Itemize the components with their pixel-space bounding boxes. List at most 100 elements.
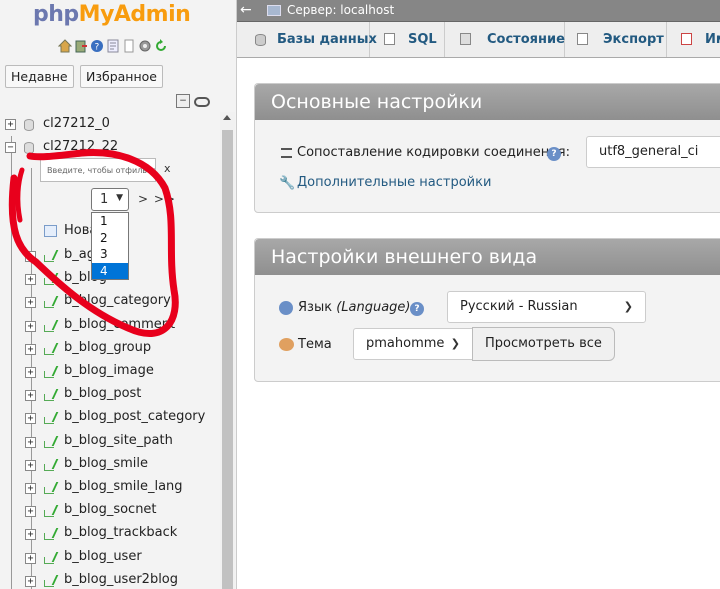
tab-databases[interactable]: Базы данных (247, 22, 377, 57)
table-item[interactable]: b_blog_trackback (64, 525, 177, 540)
expand-icon[interactable]: + (25, 576, 36, 587)
expand-icon[interactable]: + (25, 529, 36, 540)
collapse-icon[interactable]: − (5, 142, 16, 153)
page-option[interactable]: 3 (92, 246, 128, 263)
expand-icon[interactable]: + (25, 297, 36, 308)
more-settings-link[interactable]: Дополнительные настройки (297, 175, 491, 190)
table-icon (43, 505, 59, 517)
table-filter-input[interactable]: Введите, чтобы отфильтровать (40, 158, 156, 182)
recent-tables-button[interactable]: Недавне (5, 65, 74, 88)
help-icon[interactable]: ? (90, 39, 104, 53)
tab-sql[interactable]: SQL (370, 22, 445, 57)
page-icon[interactable] (122, 39, 136, 53)
help-icon[interactable]: ? (410, 302, 424, 316)
table-icon (43, 436, 59, 448)
table-item[interactable]: b_blog_site_path (64, 433, 173, 448)
tab-label: SQL (408, 32, 437, 47)
tree-controls: − (176, 94, 210, 108)
expand-icon[interactable]: + (25, 460, 36, 471)
expand-icon[interactable]: + (25, 506, 36, 517)
expand-icon[interactable]: + (25, 367, 36, 378)
tab-label: Экспорт (603, 32, 664, 47)
expand-icon[interactable]: + (25, 251, 36, 262)
expand-icon[interactable]: + (5, 119, 16, 130)
server-breadcrumb[interactable]: Сервер: localhost (287, 3, 394, 17)
theme-icon (279, 338, 294, 351)
table-item[interactable]: b_blog_group (64, 340, 151, 355)
nav-icon-bar: ? (58, 39, 168, 53)
table-item[interactable]: b_blog_category (64, 293, 171, 308)
expand-icon[interactable]: + (25, 553, 36, 564)
docs-icon[interactable] (106, 39, 120, 53)
expand-icon[interactable]: + (25, 274, 36, 285)
table-item[interactable]: b_blog_smile_lang (64, 479, 183, 494)
table-item[interactable]: b_blog_smile (64, 456, 148, 471)
page-option[interactable]: 2 (92, 230, 128, 247)
table-icon (43, 366, 59, 378)
database-icon (24, 119, 34, 131)
table-item[interactable]: b_blog_image (64, 363, 154, 378)
language-label-en: (Language) (336, 300, 411, 315)
database-icon (24, 142, 34, 154)
link-with-main-icon[interactable] (194, 97, 210, 107)
table-icon (43, 552, 59, 564)
view-all-themes-button[interactable]: Просмотреть все (472, 327, 615, 361)
tab-import[interactable]: Им (667, 22, 720, 57)
server-breadcrumb-bar: ← Сервер: localhost (237, 0, 720, 22)
table-item[interactable]: b_blog_comment (64, 317, 175, 332)
favorite-tables-button[interactable]: Избранное (80, 65, 163, 88)
table-icon (43, 320, 59, 332)
table-icon (43, 412, 59, 424)
page-select[interactable]: 1 ▼ (91, 188, 129, 211)
exit-icon[interactable] (74, 39, 88, 53)
phpmyadmin-logo[interactable]: phpMyAdmin (33, 2, 191, 27)
database-icon (255, 34, 266, 46)
wrench-icon: 🔧 (279, 176, 296, 191)
next-page-link[interactable]: > >> (138, 192, 176, 206)
clear-filter-button[interactable]: x (164, 162, 171, 175)
page-select-value: 1 (100, 192, 109, 207)
table-icon (43, 459, 59, 471)
language-select[interactable]: Русский - Russian ❯ (447, 291, 646, 323)
table-item[interactable]: b_blog_post (64, 386, 141, 401)
collation-select[interactable]: utf8_general_ci (586, 136, 720, 168)
theme-select[interactable]: pmahomme ❯ (353, 328, 473, 360)
tab-status[interactable]: Состояние (445, 22, 565, 57)
database-item-cl27212-0[interactable]: cl27212_0 (43, 116, 110, 131)
chevron-down-icon: ▼ (116, 193, 123, 203)
table-item[interactable]: b_blog_user2blog (64, 572, 178, 587)
table-item[interactable]: b_blog_post_category (64, 409, 205, 424)
expand-icon[interactable]: + (25, 344, 36, 355)
database-tree: + cl27212_0 − cl27212_22 Новая + b_ag + b_b… (0, 112, 220, 589)
expand-icon[interactable]: + (25, 321, 36, 332)
table-item[interactable]: b_blog_user (64, 549, 142, 564)
table-icon (43, 528, 59, 540)
collapse-all-icon[interactable]: − (176, 94, 190, 108)
expand-icon[interactable]: + (25, 413, 36, 424)
settings-icon[interactable] (138, 39, 152, 53)
tab-export[interactable]: Экспорт (565, 22, 667, 57)
nav-scrollbar[interactable] (220, 112, 235, 589)
home-icon[interactable] (58, 39, 72, 53)
language-label-text: Язык (298, 300, 333, 315)
table-item[interactable]: b_blog_socnet (64, 502, 157, 517)
table-icon (43, 482, 59, 494)
panel-title: Основные настройки (255, 84, 720, 120)
database-item-cl27212-22[interactable]: cl27212_22 (43, 139, 118, 154)
back-arrow-icon[interactable]: ← (240, 2, 252, 18)
scroll-up-arrow-icon[interactable] (223, 115, 231, 120)
expand-icon[interactable]: + (25, 483, 36, 494)
language-icon (279, 301, 293, 315)
expand-icon[interactable]: + (25, 390, 36, 401)
table-icon (43, 273, 59, 285)
page-option-highlighted[interactable]: 4 (92, 262, 128, 279)
chevron-down-icon: ❯ (623, 300, 633, 313)
appearance-settings-panel: Настройки внешнего вида Язык (Language) … (254, 238, 720, 382)
help-icon[interactable]: ? (547, 147, 561, 161)
tab-label: Им (705, 32, 720, 47)
page-option[interactable]: 1 (92, 213, 128, 230)
expand-icon[interactable]: + (25, 437, 36, 448)
language-select-value: Русский - Russian (460, 299, 578, 314)
scroll-thumb[interactable] (222, 130, 233, 589)
reload-icon[interactable] (154, 39, 168, 53)
